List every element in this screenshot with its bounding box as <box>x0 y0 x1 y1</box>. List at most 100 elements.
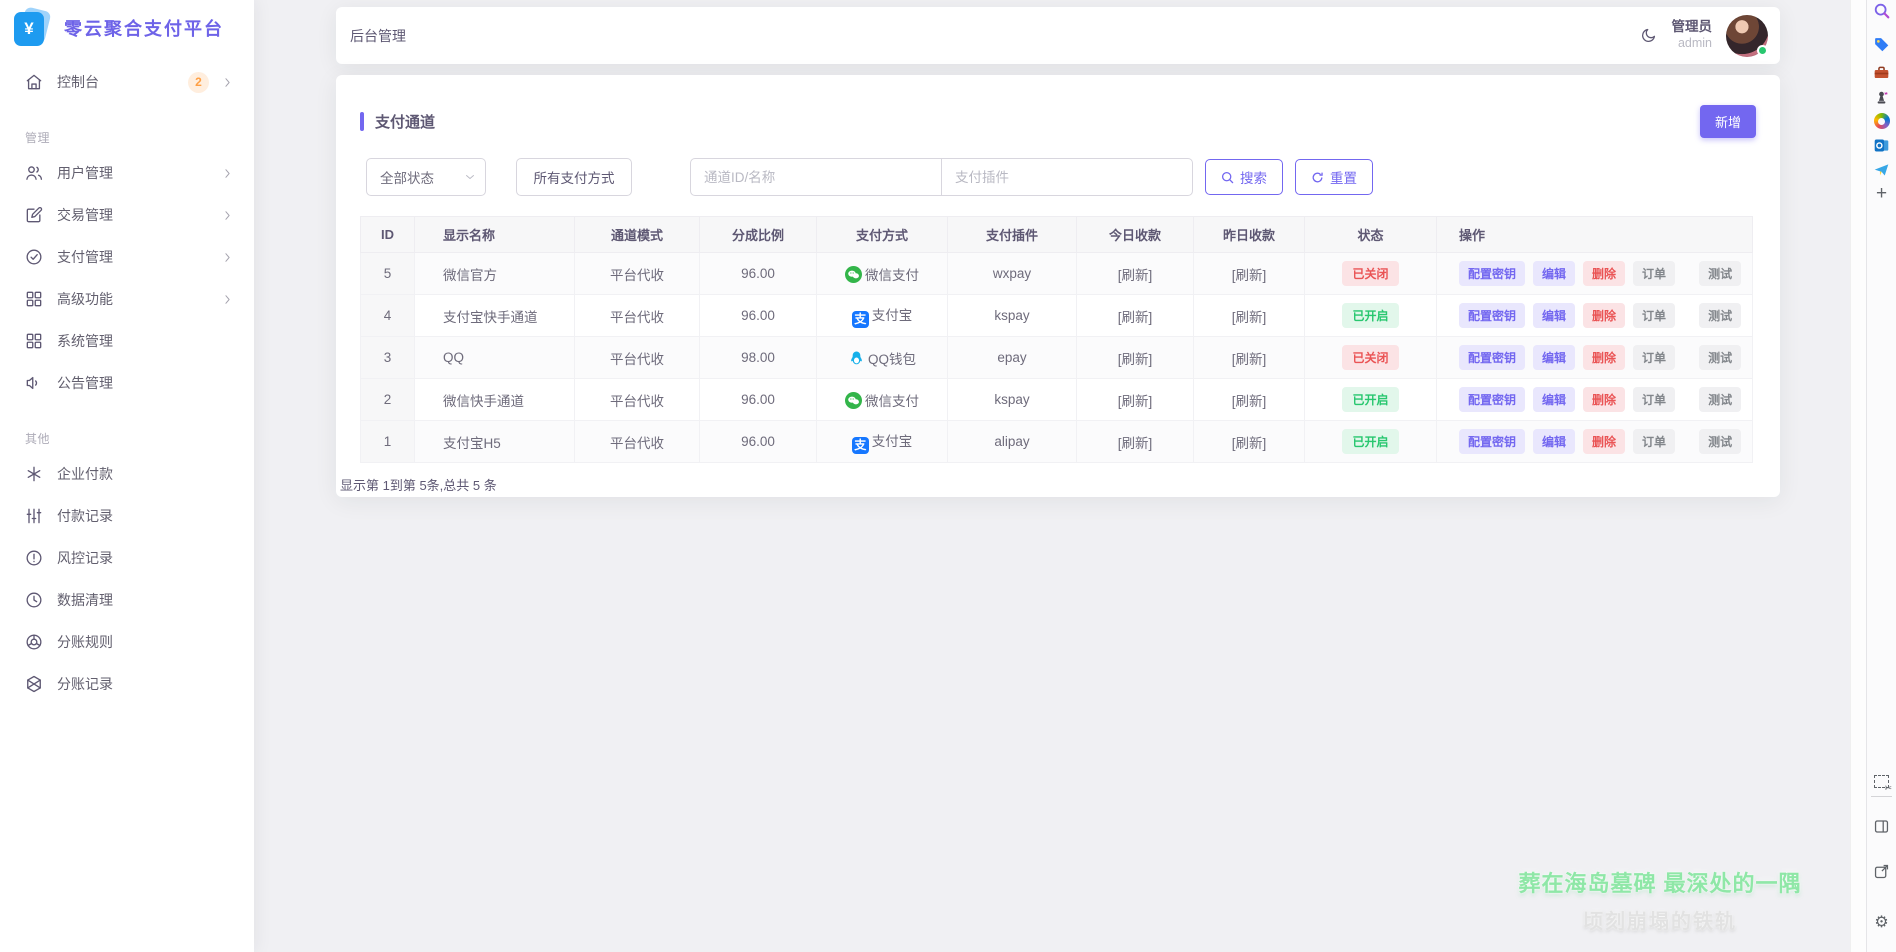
test-button[interactable]: 测试 <box>1699 261 1741 286</box>
orders-button[interactable]: 订单 <box>1633 345 1675 370</box>
settings-gear-icon[interactable]: ⚙ <box>1872 912 1892 932</box>
col-yesterday: 昨日收款 <box>1194 217 1305 253</box>
games-icon[interactable] <box>1872 87 1892 107</box>
toolbox-icon[interactable] <box>1872 62 1892 82</box>
sidebar-item-dashboard[interactable]: 控制台 2 <box>0 61 254 103</box>
col-plugin: 支付插件 <box>948 217 1077 253</box>
open-external-icon[interactable] <box>1872 861 1892 881</box>
screenshot-icon[interactable]: ✂ <box>1872 771 1892 791</box>
subtitle-line-2: 顷刻崩塌的铁轨 <box>1480 905 1840 934</box>
test-button[interactable]: 测试 <box>1699 429 1741 454</box>
edit-button[interactable]: 编辑 <box>1533 303 1575 328</box>
clock-icon <box>24 590 44 610</box>
sidebar-item-data-cleanup[interactable]: 数据清理 <box>0 579 254 621</box>
sidebar-item-split-rules[interactable]: 分账规则 <box>0 621 254 663</box>
channel-search-input[interactable] <box>690 158 942 196</box>
orders-button[interactable]: 订单 <box>1633 303 1675 328</box>
reset-button[interactable]: 重置 <box>1295 159 1373 195</box>
orders-button[interactable]: 订单 <box>1633 261 1675 286</box>
sidebar-item-payment[interactable]: 支付管理 <box>0 236 254 278</box>
status-badge: 已开启 <box>1342 387 1398 412</box>
configure-keys-button[interactable]: 配置密钥 <box>1459 387 1525 412</box>
refresh-link[interactable]: [刷新] <box>1118 268 1153 283</box>
refresh-link[interactable]: [刷新] <box>1232 310 1267 325</box>
sidebar-item-transactions[interactable]: 交易管理 <box>0 194 254 236</box>
sidebar-item-label: 分账记录 <box>57 674 234 694</box>
refresh-link[interactable]: [刷新] <box>1118 436 1153 451</box>
microsoft-365-icon[interactable] <box>1872 111 1892 131</box>
refresh-link[interactable]: [刷新] <box>1118 352 1153 367</box>
status-select[interactable]: 全部状态 <box>366 158 486 196</box>
search-icon <box>1221 171 1234 184</box>
search-icon[interactable] <box>1872 1 1892 21</box>
sidebar: ¥ 零云聚合支付平台 控制台 2 管理 用户管理 交易管理 支付管理 <box>0 0 254 952</box>
check-circle-icon <box>24 247 44 267</box>
col-rate: 分成比例 <box>700 217 817 253</box>
plugin-search-input[interactable] <box>941 158 1193 196</box>
outlook-icon[interactable] <box>1872 135 1892 155</box>
table-row: 5 微信官方 平台代收 96.00 微信支付 wxpay [刷新] [刷新] 已… <box>361 253 1753 295</box>
split-screen-icon[interactable] <box>1872 816 1892 836</box>
shopping-tag-icon[interactable] <box>1872 34 1892 54</box>
col-status: 状态 <box>1305 217 1437 253</box>
avatar[interactable] <box>1726 15 1768 57</box>
configure-keys-button[interactable]: 配置密钥 <box>1459 429 1525 454</box>
chrome-icon <box>24 632 44 652</box>
box-icon <box>24 674 44 694</box>
delete-button[interactable]: 删除 <box>1583 345 1625 370</box>
sidebar-item-announcements[interactable]: 公告管理 <box>0 362 254 404</box>
edit-button[interactable]: 编辑 <box>1533 429 1575 454</box>
refresh-link[interactable]: [刷新] <box>1232 268 1267 283</box>
configure-keys-button[interactable]: 配置密钥 <box>1459 345 1525 370</box>
payment-methods-select[interactable]: 所有支付方式 <box>516 158 632 196</box>
orders-button[interactable]: 订单 <box>1633 387 1675 412</box>
sidebar-item-pay-records[interactable]: 付款记录 <box>0 495 254 537</box>
orders-button[interactable]: 订单 <box>1633 429 1675 454</box>
sidebar-item-risk-records[interactable]: 风控记录 <box>0 537 254 579</box>
test-button[interactable]: 测试 <box>1699 387 1741 412</box>
refresh-link[interactable]: [刷新] <box>1118 394 1153 409</box>
configure-keys-button[interactable]: 配置密钥 <box>1459 303 1525 328</box>
qq-wallet-icon <box>848 350 865 367</box>
delete-button[interactable]: 删除 <box>1583 261 1625 286</box>
configure-keys-button[interactable]: 配置密钥 <box>1459 261 1525 286</box>
grid-icon <box>24 289 44 309</box>
test-button[interactable]: 测试 <box>1699 303 1741 328</box>
col-name: 显示名称 <box>415 217 575 253</box>
chevron-right-icon <box>221 251 234 264</box>
scrollbar[interactable] <box>1850 0 1866 952</box>
add-button[interactable]: 新增 <box>1700 105 1756 138</box>
refresh-link[interactable]: [刷新] <box>1232 436 1267 451</box>
dark-mode-toggle[interactable] <box>1639 26 1658 45</box>
refresh-link[interactable]: [刷新] <box>1232 394 1267 409</box>
sidebar-item-label: 数据清理 <box>57 590 234 610</box>
delete-button[interactable]: 删除 <box>1583 303 1625 328</box>
test-button[interactable]: 测试 <box>1699 345 1741 370</box>
search-button[interactable]: 搜索 <box>1205 159 1283 195</box>
sidebar-item-users[interactable]: 用户管理 <box>0 152 254 194</box>
sidebar-item-split-records[interactable]: 分账记录 <box>0 663 254 705</box>
chevron-right-icon <box>221 167 234 180</box>
sidebar-item-label: 用户管理 <box>57 163 221 183</box>
edit-button[interactable]: 编辑 <box>1533 261 1575 286</box>
delete-button[interactable]: 删除 <box>1583 429 1625 454</box>
col-mode: 通道模式 <box>575 217 700 253</box>
edit-button[interactable]: 编辑 <box>1533 387 1575 412</box>
status-badge: 已关闭 <box>1342 261 1398 286</box>
sidebar-item-enterprise-pay[interactable]: 企业付款 <box>0 453 254 495</box>
sidebar-item-system[interactable]: 系统管理 <box>0 320 254 362</box>
rail-divider <box>1871 796 1892 797</box>
sidebar-section-manage: 管理 <box>0 129 254 146</box>
subtitle-line-1: 葬在海岛墓碑 最深处的一隅 <box>1480 866 1840 898</box>
edit-button[interactable]: 编辑 <box>1533 345 1575 370</box>
delete-button[interactable]: 删除 <box>1583 387 1625 412</box>
users-icon <box>24 163 44 183</box>
table-row: 1 支付宝H5 平台代收 96.00 支支付宝 alipay [刷新] [刷新]… <box>361 421 1753 463</box>
add-icon[interactable]: + <box>1872 184 1892 204</box>
sidebar-item-label: 高级功能 <box>57 289 221 309</box>
sidebar-item-advanced[interactable]: 高级功能 <box>0 278 254 320</box>
send-icon[interactable] <box>1872 159 1892 179</box>
brand-logo: ¥ 零云聚合支付平台 <box>0 0 254 53</box>
refresh-link[interactable]: [刷新] <box>1118 310 1153 325</box>
refresh-link[interactable]: [刷新] <box>1232 352 1267 367</box>
